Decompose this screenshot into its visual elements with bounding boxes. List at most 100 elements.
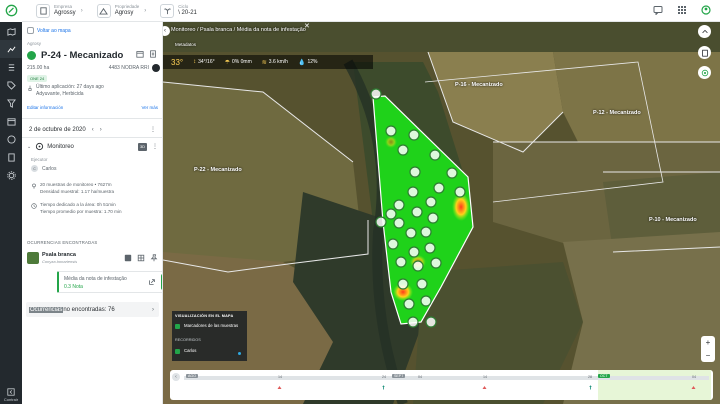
property-selector[interactable]: Propriedade Agrosy › (96, 3, 146, 18)
nav-settings-icon[interactable] (0, 166, 22, 184)
application-marker-icon[interactable] (482, 385, 487, 390)
company-name: Agrosy (27, 41, 42, 46)
apps-grid-icon[interactable] (676, 4, 688, 16)
map-icon (27, 27, 34, 34)
monitoring-header[interactable]: ⌄ Monitoreo 3D ⋮ (27, 142, 158, 151)
user-avatar-icon[interactable] (700, 4, 712, 16)
nav-tag-icon[interactable] (0, 76, 22, 94)
status-dot-icon (27, 51, 36, 60)
prev-date-button[interactable]: ‹ (92, 127, 94, 133)
timeline-prev-button[interactable]: ‹ (172, 373, 180, 381)
application-marker-icon[interactable] (691, 385, 696, 390)
satellite-map[interactable]: ‹ Monitoreo / Psala branca / Média da no… (163, 22, 720, 404)
plot-label-p22[interactable]: P-22 - Mecanizado (194, 167, 242, 173)
left-nav: Contrair (0, 22, 22, 404)
nav-help-icon[interactable] (0, 130, 22, 148)
more-options-icon[interactable]: ⋮ (150, 126, 156, 133)
chevron-down-icon: ⌄ (27, 143, 32, 150)
map-settings-button[interactable] (698, 25, 711, 38)
top-bar: Empresa Agrossy › Propriedade Agrosy › C… (0, 0, 720, 22)
not-found-occurrences-row[interactable]: Ocurrencias no encontradas: 76 › (26, 302, 159, 317)
3d-view-icon[interactable] (124, 254, 132, 262)
collapse-label: Contrair (3, 397, 19, 402)
timeline-month-sept: SEPT (392, 374, 406, 378)
infestation-heatmap-card[interactable]: Média da nota de infestação 0.3 Nota (57, 271, 162, 293)
sprout-icon (160, 3, 175, 18)
edit-info-link[interactable]: Editar información (27, 105, 63, 110)
application-marker-icon[interactable] (277, 385, 282, 390)
time-stat: Tiempo dedicado a la área: 0h 51min Tiem… (31, 202, 122, 216)
thermometer-icon: ↕ (193, 59, 197, 65)
chat-icon[interactable] (652, 4, 664, 16)
monitoring-marker-icon[interactable] (588, 385, 593, 390)
nav-map-icon[interactable] (0, 22, 22, 40)
close-icon[interactable]: ✕ (304, 22, 310, 30)
time-line2: Tiempo promedio por muestra: 1.70 min (40, 208, 122, 214)
monitoring-3d-badge[interactable]: 3D (138, 142, 147, 151)
app-logo[interactable] (0, 0, 22, 22)
pin-off-icon[interactable] (150, 254, 158, 262)
rain-icon: ☂ (224, 59, 231, 66)
timeline-day: 24 (382, 375, 386, 379)
more-options-icon[interactable]: ⋮ (152, 143, 158, 150)
timeline-month-ago: AGO (186, 374, 198, 378)
date-timeline: ‹ AGO SEPT OCT 14 24 04 14 28 04 (170, 370, 713, 400)
occurrence-item[interactable]: Psala branca Conyza bonariensis (27, 252, 158, 265)
timeline-month-oct: OCT (598, 374, 610, 378)
back-to-map-button[interactable]: Voltar ao mapa (27, 27, 71, 34)
map-breadcrumb: Monitoreo / Psala branca / Média da nota… (171, 27, 306, 33)
nav-list-icon[interactable] (0, 58, 22, 76)
nav-filter-icon[interactable] (0, 94, 22, 112)
humidity-icon: 💧 (297, 59, 306, 66)
phone-icon[interactable] (152, 64, 160, 72)
heatmap-value: 0.3 Nota (64, 284, 83, 290)
not-found-highlight: Ocurrencias (29, 306, 64, 313)
see-more-link[interactable]: Ver más (141, 105, 158, 110)
field-variety: 4483 NODRA RRI (108, 65, 149, 71)
map-report-button[interactable] (698, 46, 711, 59)
route-carlos-checkbox[interactable] (175, 349, 180, 354)
occurrences-title: OCURRENCIAS ENCONTRADAS (27, 240, 98, 245)
cycle-selector[interactable]: Ciclo \ 20-21 (160, 3, 197, 18)
calendar-icon[interactable] (136, 50, 144, 58)
weather-rain: 0% 0mm (232, 59, 252, 65)
timeline-day: 28 (588, 375, 592, 379)
nav-document-icon[interactable] (0, 148, 22, 166)
crosshair-icon (36, 142, 44, 151)
divider (22, 118, 162, 119)
grid-view-icon[interactable] (137, 254, 145, 262)
metadata-label[interactable]: Metadatos (175, 42, 196, 47)
plot-label-p16[interactable]: P-16 - Mecanizado (455, 82, 503, 88)
export-icon[interactable] (148, 278, 156, 286)
occurrence-scientific-name: Conyza bonariensis (42, 259, 78, 265)
zoom-in-button[interactable]: + (706, 338, 711, 347)
field-detail-panel: Voltar ao mapa Agrosy P-24 - Mecanizado … (22, 22, 163, 404)
clipboard-icon (701, 49, 708, 57)
executor-label: Ejecutor (31, 157, 48, 162)
company-selector[interactable]: Empresa Agrossy › (36, 3, 83, 18)
nav-analytics-icon[interactable] (0, 40, 22, 58)
nav-calendar-icon[interactable] (0, 112, 22, 130)
time-line1: Tiempo dedicado a la área: 0h 51min (40, 202, 116, 207)
last-application: Último aplicación: 27 days ago Adyuvante… (27, 84, 104, 98)
target-icon (701, 69, 708, 76)
last-application-label: Último aplicación: 27 days ago (36, 84, 104, 90)
map-layers-button[interactable] (698, 66, 711, 79)
date-selector: 2 de octubre de 2020 ‹ › ⋮ (29, 126, 156, 134)
legend-item-markers: Marcadores de las muestras (184, 323, 239, 328)
plot-label-p10[interactable]: P-10 - Mecanizado (649, 217, 697, 223)
leaf-icon (5, 4, 17, 17)
monitoring-marker-icon[interactable] (381, 385, 386, 390)
zoom-out-button[interactable]: − (706, 351, 711, 360)
plot-label-p12[interactable]: P-12 - Mecanizado (593, 110, 641, 116)
collapse-nav-button[interactable]: Contrair (0, 388, 22, 402)
next-date-button[interactable]: › (100, 127, 102, 133)
weather-minmax: 34°/16° (198, 59, 215, 65)
document-icon[interactable] (149, 50, 157, 58)
last-application-detail: Adyuvante, Herbicida (36, 90, 84, 97)
timeline-day: 04 (692, 375, 696, 379)
timeline-day: 04 (418, 375, 422, 379)
sample-markers-checkbox[interactable] (175, 324, 180, 329)
legend-heading: VISUALIZACIÓN EN EL MAPA (175, 314, 234, 318)
occurrence-name: Psala branca (42, 252, 76, 258)
